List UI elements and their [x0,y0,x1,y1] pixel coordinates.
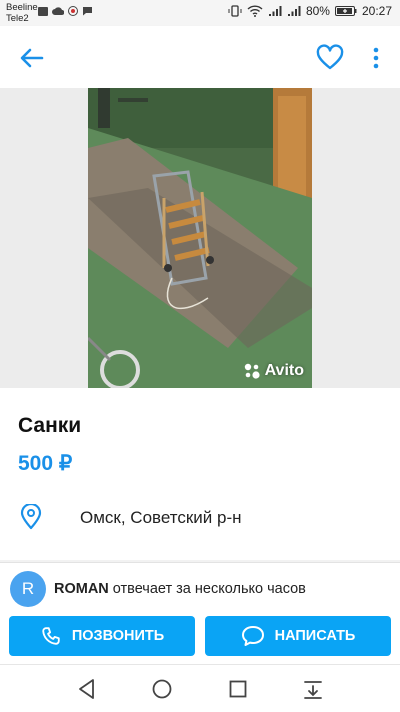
status-bar: Beeline Tele2 80% 20:27 [0,0,400,26]
signal-icon-2 [287,6,301,16]
status-right: 80% 20:27 [228,4,392,18]
favorite-button[interactable] [316,44,344,72]
notification-icons [38,6,93,16]
more-options-button[interactable] [364,44,388,72]
nav-home-icon[interactable] [150,677,174,701]
message-button[interactable]: НАПИСАТЬ [205,616,391,656]
avatar[interactable]: R [10,571,46,607]
cloud-icon [52,6,64,15]
avito-watermark: Avito [243,362,304,380]
battery-icon [334,6,357,16]
action-bar: ПОЗВОНИТЬ НАПИСАТЬ [0,610,400,664]
chat-bubble-icon [241,626,264,646]
back-button[interactable] [18,44,46,72]
listing-title: Санки [18,414,82,437]
wifi-icon [247,5,263,17]
vibrate-icon [228,5,242,17]
arrow-left-icon [20,48,44,68]
listing-location[interactable]: Омск, Советский р-н [80,508,242,528]
phone-icon [42,627,60,645]
sled-photo-illustration [88,88,312,388]
nav-back-icon[interactable] [75,677,99,701]
call-button[interactable]: ПОЗВОНИТЬ [9,616,195,656]
record-icon [68,6,78,16]
call-button-label: ПОЗВОНИТЬ [71,628,165,644]
seller-info: ROMAN отвечает за несколько часов [54,581,306,597]
listing-price: 500 ₽ [18,452,73,475]
carrier-labels: Beeline Tele2 [6,2,38,24]
app-bar [0,26,400,88]
location-pin-icon [20,504,42,530]
nav-recents-icon[interactable] [226,677,250,701]
nav-notifications-icon[interactable] [301,677,325,701]
message-icon [83,7,92,16]
seller-bar[interactable]: R ROMAN отвечает за несколько часов [0,562,400,611]
seller-name[interactable]: ROMAN [54,581,109,597]
vertical-dots-icon [373,47,379,69]
seller-response-time: отвечает за несколько часов [112,581,306,597]
clock: 20:27 [361,4,392,18]
heart-icon [316,44,344,70]
signal-icon-1 [268,6,282,16]
sim-icon [38,6,48,16]
system-nav-bar [0,664,400,712]
avito-logo-icon [244,363,260,379]
carrier-2: Tele2 [6,13,29,24]
message-button-label: НАПИСАТЬ [274,628,356,644]
listing-photo[interactable]: Avito [88,88,312,388]
carrier-1: Beeline [6,2,38,13]
watermark-text: Avito [264,362,304,379]
listing-details: Санки 500 ₽ Омск, Советский р-н [0,388,400,560]
photo-gallery[interactable]: Avito [0,88,400,388]
battery-percent: 80% [305,4,330,18]
